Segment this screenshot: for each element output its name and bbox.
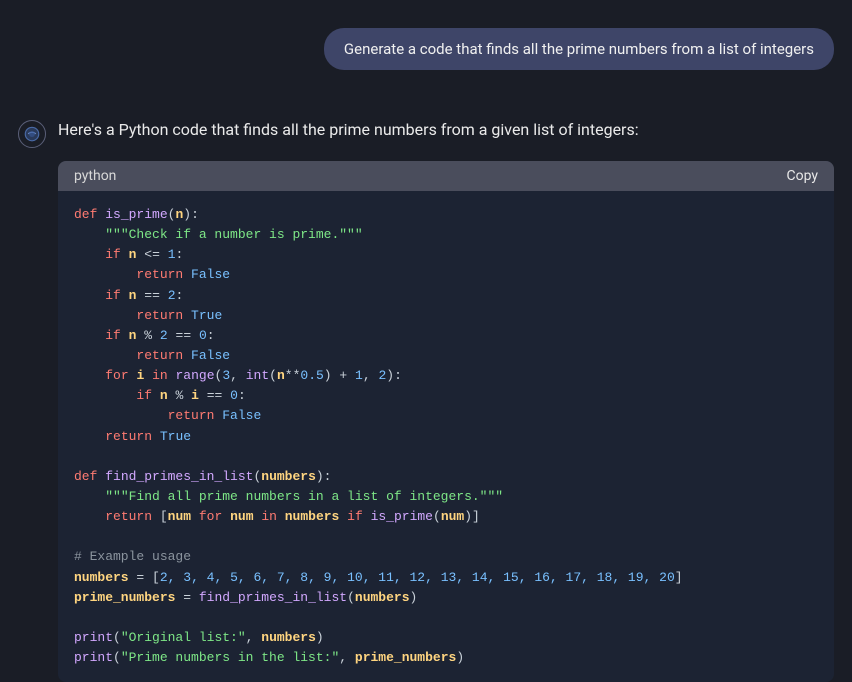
- var: prime_numbers: [74, 590, 175, 605]
- assistant-row: Here's a Python code that finds all the …: [18, 120, 834, 682]
- assistant-avatar-icon: [23, 125, 41, 143]
- kw: if: [136, 388, 152, 403]
- code-content[interactable]: def is_prime(n): """Check if a number is…: [58, 191, 834, 682]
- kw: if: [105, 328, 121, 343]
- num-list: 2, 3, 4, 5, 6, 7, 8, 9, 10, 11, 12, 13, …: [160, 570, 675, 585]
- copy-button[interactable]: Copy: [786, 168, 818, 184]
- kw: return: [136, 267, 183, 282]
- user-message-bubble: Generate a code that finds all the prime…: [324, 28, 834, 70]
- docstring: """Find all prime numbers in a list of i…: [105, 489, 503, 504]
- builtin: False: [191, 348, 230, 363]
- user-message-row: Generate a code that finds all the prime…: [18, 28, 834, 70]
- assistant-intro-text: Here's a Python code that finds all the …: [58, 120, 834, 139]
- num: 2: [160, 328, 168, 343]
- builtin-fn: print: [74, 630, 113, 645]
- var: i: [136, 368, 144, 383]
- builtin: True: [160, 429, 191, 444]
- num: 3: [222, 368, 230, 383]
- kw: for: [105, 368, 128, 383]
- var: num: [230, 509, 253, 524]
- fn-name: find_primes_in_list: [105, 469, 253, 484]
- var: numbers: [285, 509, 340, 524]
- keyword-def: def: [74, 207, 97, 222]
- var: n: [129, 288, 137, 303]
- var: n: [160, 388, 168, 403]
- kw: in: [261, 509, 277, 524]
- kw: return: [105, 429, 152, 444]
- comment: # Example usage: [74, 549, 191, 564]
- kw: def: [74, 469, 97, 484]
- var: num: [441, 509, 464, 524]
- param: numbers: [261, 469, 316, 484]
- builtin-fn: range: [175, 368, 214, 383]
- num: 0: [199, 328, 207, 343]
- num: 0: [230, 388, 238, 403]
- num: 0.5: [300, 368, 323, 383]
- fn-call: is_prime: [371, 509, 433, 524]
- builtin: True: [191, 308, 222, 323]
- fn-name: is_prime: [105, 207, 167, 222]
- user-message-text: Generate a code that finds all the prime…: [344, 40, 814, 58]
- kw: if: [347, 509, 363, 524]
- var: n: [129, 328, 137, 343]
- string: "Prime numbers in the list:": [121, 650, 339, 665]
- kw: if: [105, 247, 121, 262]
- kw: in: [152, 368, 168, 383]
- var: numbers: [261, 630, 316, 645]
- fn-call: find_primes_in_list: [199, 590, 347, 605]
- assistant-avatar: [18, 120, 46, 148]
- var: numbers: [74, 570, 129, 585]
- num: 2: [168, 288, 176, 303]
- code-block: python Copy def is_prime(n): """Check if…: [58, 161, 834, 682]
- var: prime_numbers: [355, 650, 456, 665]
- kw: return: [136, 348, 183, 363]
- assistant-content: Here's a Python code that finds all the …: [58, 120, 834, 682]
- code-header: python Copy: [58, 161, 834, 191]
- builtin: False: [191, 267, 230, 282]
- var: i: [191, 388, 199, 403]
- docstring: """Check if a number is prime.""": [105, 227, 362, 242]
- var: n: [277, 368, 285, 383]
- kw: if: [105, 288, 121, 303]
- builtin-fn: int: [246, 368, 269, 383]
- builtin: False: [222, 408, 261, 423]
- num: 1: [168, 247, 176, 262]
- kw: return: [105, 509, 152, 524]
- code-language-label: python: [74, 168, 116, 184]
- builtin-fn: print: [74, 650, 113, 665]
- var: num: [168, 509, 191, 524]
- kw: for: [199, 509, 222, 524]
- num: 1: [355, 368, 363, 383]
- var: numbers: [355, 590, 410, 605]
- kw: return: [168, 408, 215, 423]
- string: "Original list:": [121, 630, 246, 645]
- var: n: [129, 247, 137, 262]
- kw: return: [136, 308, 183, 323]
